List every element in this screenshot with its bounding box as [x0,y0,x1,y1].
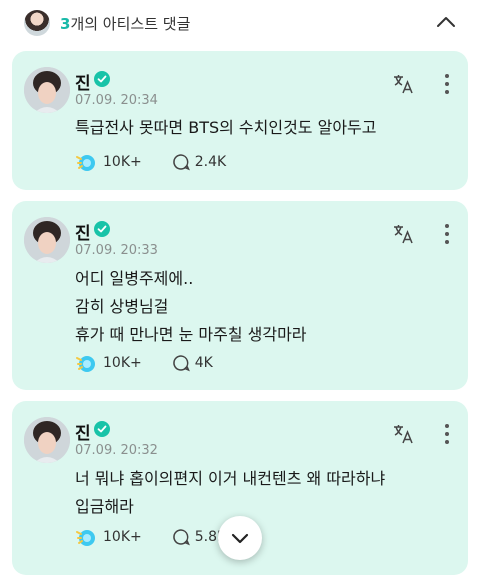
comment-bubble-icon[interactable] [172,153,190,171]
comment-text: 특급전사 못따면 BTS의 수치인것도 알아두고 [75,118,377,137]
header-title: 3개의 아티스트 댓글 [60,13,190,34]
comment-card: 진 07.09. 20:34 특급전사 못따면 BTS의 수치인것도 알아두고 … [12,51,468,190]
author-name: 진 [75,224,91,244]
chevron-down-icon [231,533,249,544]
verified-badge-icon [94,221,110,237]
comment-card: 진 07.09. 20:33 어디 일병주제에.. 감히 상병님걸 휴가 때 만… [12,201,468,390]
like-count: 10K+ [103,355,142,371]
header-avatar [24,10,50,36]
timestamp: 07.09. 20:32 [75,443,158,458]
verified-badge-icon [94,71,110,87]
more-options-icon[interactable] [444,423,450,445]
cheer-reaction-icon[interactable] [75,352,97,374]
like-count: 10K+ [103,529,142,545]
verified-badge-icon [94,421,110,437]
more-options-icon[interactable] [444,223,450,245]
timestamp: 07.09. 20:34 [75,93,158,108]
author-name: 진 [75,424,91,444]
artist-comments-header: 3개의 아티스트 댓글 [0,0,480,48]
chevron-up-icon[interactable] [434,10,458,34]
like-count: 10K+ [103,154,142,170]
translate-icon[interactable] [392,423,414,445]
reactions-bar: 10K+ 4K [75,351,243,375]
timestamp: 07.09. 20:33 [75,243,158,258]
avatar[interactable] [24,217,70,263]
reactions-bar: 10K+ 2.4K [75,150,256,174]
translate-icon[interactable] [392,73,414,95]
cheer-reaction-icon[interactable] [75,151,97,173]
reply-count: 4K [194,355,213,371]
scroll-down-button[interactable] [218,516,262,560]
avatar[interactable] [24,67,70,113]
translate-icon[interactable] [392,223,414,245]
comment-count: 3 [60,15,71,33]
comment-bubble-icon[interactable] [172,528,190,546]
comment-text: 어디 일병주제에.. 감히 상병님걸 휴가 때 만나면 눈 마주칠 생각마라 [75,269,307,344]
reply-count: 2.4K [194,154,227,170]
comment-text: 너 뭐냐 홉이의편지 이거 내컨텐츠 왜 따라하냐 입금해라 [75,469,386,516]
author-name: 진 [75,74,91,94]
cheer-reaction-icon[interactable] [75,526,97,548]
header-label: 개의 아티스트 댓글 [70,15,191,33]
avatar[interactable] [24,417,70,463]
more-options-icon[interactable] [444,73,450,95]
comment-bubble-icon[interactable] [172,354,190,372]
